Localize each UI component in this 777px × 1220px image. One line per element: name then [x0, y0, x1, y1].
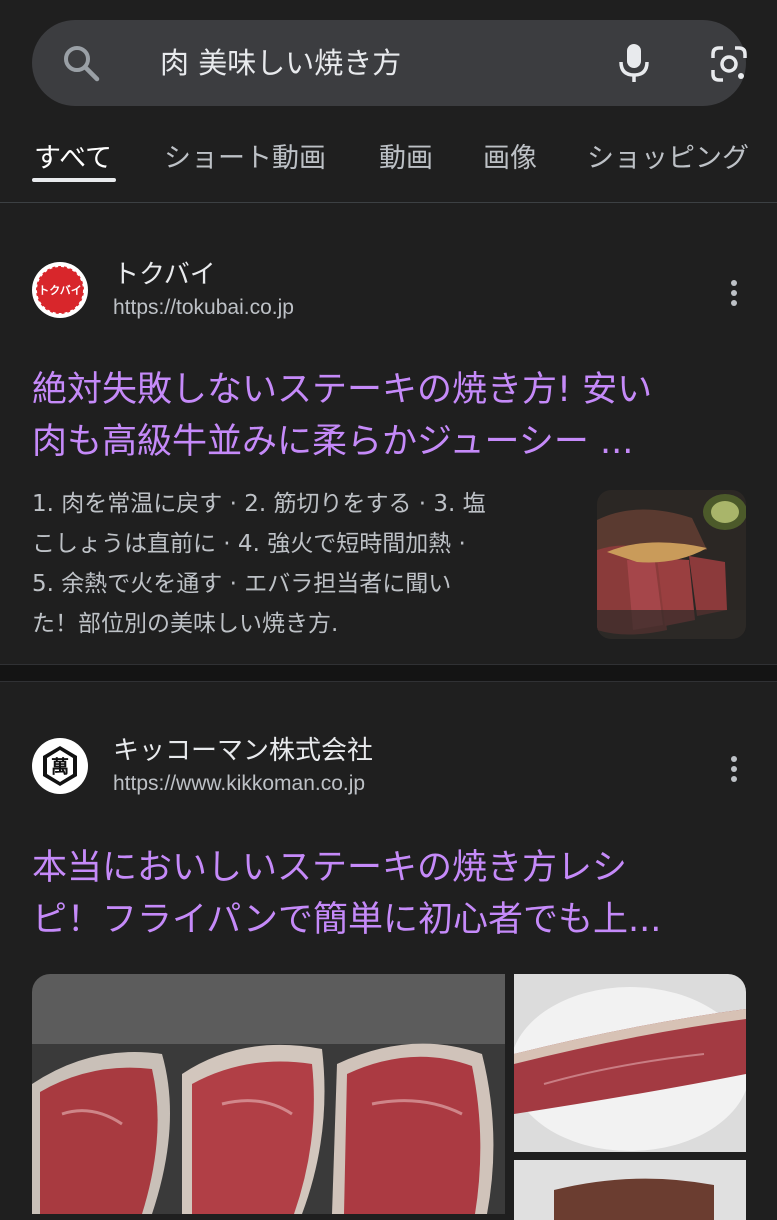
- site-favicon[interactable]: トクバイ: [32, 262, 88, 318]
- result-title[interactable]: 絶対失敗しないステーキの焼き方! 安い 肉も高級牛並みに柔らかジューシー ...: [32, 364, 746, 468]
- steaks-image: [32, 974, 505, 1214]
- snippet-line: 5. 余熱で火を通す · エバラ担当者に聞い: [32, 571, 452, 597]
- result-separator: [0, 664, 777, 682]
- search-icon: [64, 46, 100, 82]
- tab-videos[interactable]: 動画: [379, 136, 433, 175]
- more-options-icon[interactable]: [724, 756, 744, 786]
- site-url[interactable]: https://www.kikkoman.co.jp: [113, 772, 365, 796]
- microphone-icon[interactable]: [616, 42, 652, 84]
- result-title-line: ピ！フライパンで簡単に初心者でも上...: [32, 900, 662, 940]
- result-snippet: 1. 肉を常温に戻す · 2. 筋切りをする · 3. 塩 こしょうは直前に ·…: [32, 484, 572, 644]
- tab-images[interactable]: 画像: [483, 136, 537, 175]
- site-favicon[interactable]: 萬: [32, 738, 88, 794]
- result-image-small[interactable]: [514, 1160, 746, 1220]
- more-options-icon[interactable]: [724, 280, 744, 310]
- kikkoman-logo-icon: 萬: [33, 739, 87, 793]
- result-title-line: 絶対失敗しないステーキの焼き方! 安い: [32, 370, 653, 410]
- snippet-line: 1. 肉を常温に戻す · 2. 筋切りをする · 3. 塩: [32, 491, 486, 517]
- site-name[interactable]: トクバイ: [113, 254, 216, 291]
- steak-on-plate-image: [514, 974, 746, 1152]
- search-bar[interactable]: 肉 美味しい焼き方: [32, 20, 749, 106]
- steak-thumbnail-image: [597, 490, 746, 639]
- steak-image: [514, 1160, 746, 1220]
- site-name[interactable]: キッコーマン株式会社: [113, 730, 373, 767]
- divider: [0, 202, 777, 203]
- tokubai-logo-icon: トクバイ: [33, 263, 87, 317]
- tab-all[interactable]: すべて: [34, 136, 112, 175]
- result-thumbnail[interactable]: [597, 490, 746, 639]
- result-title-line: 肉も高級牛並みに柔らかジューシー ...: [32, 422, 634, 462]
- tab-short-videos[interactable]: ショート動画: [164, 136, 326, 175]
- tab-shopping[interactable]: ショッピング: [587, 136, 749, 175]
- google-lens-icon[interactable]: [709, 44, 749, 84]
- site-url[interactable]: https://tokubai.co.jp: [113, 296, 294, 320]
- svg-text:萬: 萬: [51, 757, 69, 778]
- result-image-small[interactable]: [514, 974, 746, 1152]
- search-result: トクバイ トクバイ https://tokubai.co.jp 絶対失敗しないス…: [0, 204, 777, 664]
- svg-text:トクバイ: トクバイ: [38, 284, 81, 297]
- snippet-line: た！部位別の美味しい焼き方.: [32, 611, 339, 637]
- search-tabs: すべて ショート動画 動画 画像 ショッピング: [0, 124, 777, 194]
- result-image-large[interactable]: [32, 974, 505, 1214]
- result-title[interactable]: 本当においしいステーキの焼き方レシ ピ！フライパンで簡単に初心者でも上...: [32, 842, 746, 946]
- snippet-line: こしょうは直前に · 4. 強火で短時間加熱 ·: [32, 531, 466, 557]
- search-result: 萬 キッコーマン株式会社 https://www.kikkoman.co.jp …: [0, 682, 777, 1220]
- result-title-line: 本当においしいステーキの焼き方レシ: [32, 848, 628, 888]
- active-tab-indicator: [32, 178, 116, 182]
- search-input[interactable]: 肉 美味しい焼き方: [160, 20, 401, 106]
